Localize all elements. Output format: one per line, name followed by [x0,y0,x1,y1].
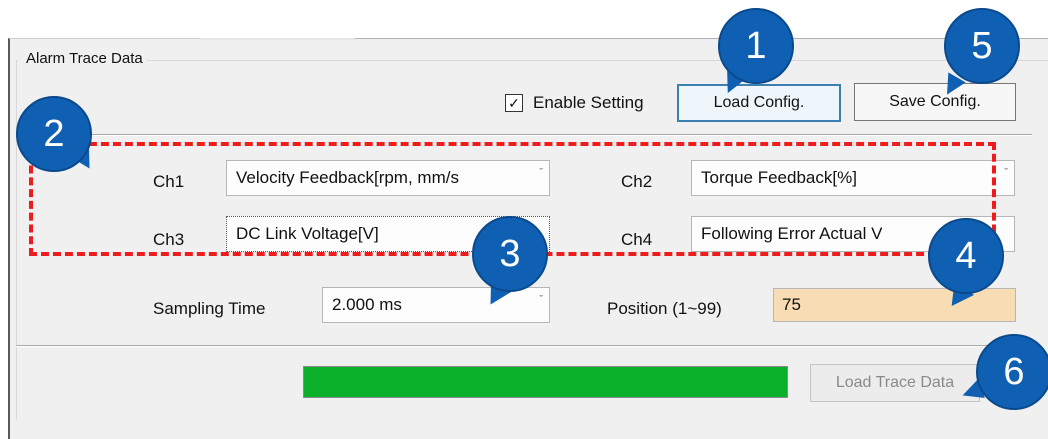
sampling-time-value: 2.000 ms [332,295,402,314]
position-label: Position (1~99) [607,299,722,318]
group-border-left [16,60,17,420]
check-icon: ✓ [508,95,520,111]
group-border [16,60,1048,61]
callout-4: 4 [928,218,1004,294]
chevron-down-icon: ˇ [1004,167,1008,179]
separator [16,134,1032,136]
progress-fill [304,367,787,397]
callout-5: 5 [944,8,1020,84]
enable-setting-checkbox[interactable]: ✓ [505,94,523,112]
callout-2: 2 [16,96,92,172]
sampling-time-label: Sampling Time [153,299,266,318]
load-config-button[interactable]: Load Config. [677,84,841,122]
callout-1: 1 [718,8,794,84]
sampling-time-select[interactable]: 2.000 ms ˇ [322,287,550,323]
callout-3: 3 [472,216,548,292]
trace-progress-bar [303,366,788,398]
enable-setting-label: Enable Setting [533,93,644,112]
position-input[interactable]: 75 [773,288,1016,322]
load-trace-data-button[interactable]: Load Trace Data [810,364,980,402]
save-config-button[interactable]: Save Config. [854,83,1016,121]
group-title: Alarm Trace Data [18,50,147,67]
callout-6: 6 [976,334,1048,410]
tab-strip [200,38,355,40]
separator [16,345,1032,347]
chevron-down-icon: ˇ [539,294,543,306]
